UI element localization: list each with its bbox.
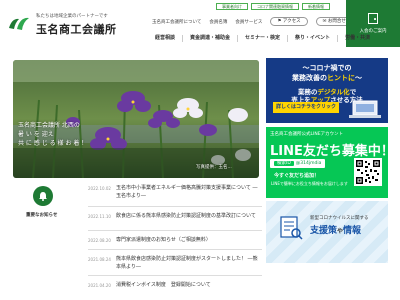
hero-photo-credit: 写真提供：玉名...	[196, 165, 232, 170]
news-title[interactable]: 専門家派遣制度のお知らせ（ご相談無料）	[116, 236, 262, 244]
location-pin-icon: ⚑	[277, 19, 282, 24]
nav-item-events[interactable]: 祭り・イベント	[287, 35, 337, 42]
banner-line-cta: 今すぐ友だち追加！	[274, 173, 320, 179]
news-title[interactable]: 熊本県飲食店感染防止対策認証制度がスタートしました！ ―熊本県より―	[116, 255, 262, 271]
nav-item-seminar[interactable]: セミナー・検定	[237, 35, 287, 42]
site-name[interactable]: 玉名商工会議所	[36, 21, 117, 37]
banner-line-id-key: 検索ID	[274, 161, 294, 166]
global-nav: 経営相談 資金調達・補助金 セミナー・検定 祭り・イベント 労働・共済	[148, 35, 377, 42]
nav-item-consulting[interactable]: 経営相談	[148, 35, 182, 42]
iris-garden-photo	[13, 60, 259, 178]
banner-line-id-value: @314jmdia	[295, 161, 322, 166]
banner-support-title: 支援策や情報	[310, 223, 361, 236]
news-item[interactable]: 2022.11.10 飲食店に係る熊本県感染防止対策認証制度の基準改訂について	[88, 207, 262, 231]
news-item[interactable]: 2021.08.24 熊本県飲食店感染防止対策認証制度がスタートしました！ ―熊…	[88, 250, 262, 276]
util-link-members[interactable]: 会員名簿	[209, 19, 227, 25]
hero-caption-line1: 玉名商工会議所 北西の	[18, 122, 80, 129]
banner-dx-line1: 〜コロナ禍での	[302, 64, 352, 72]
nav-item-funding[interactable]: 資金調達・補助金	[182, 35, 237, 42]
membership-entry-label: 入会のご案内	[359, 29, 387, 34]
important-news-icon	[33, 186, 53, 206]
important-news-list: 2022.10.02 玉名市中小事業者エネルギー価格高騰対策支援事業について ―…	[88, 183, 262, 290]
access-label: アクセス	[282, 19, 301, 24]
door-icon	[368, 13, 378, 24]
news-item[interactable]: 2022.08.20 専門家派遣制度のお知らせ（ご相談無料）	[88, 231, 262, 250]
bell-icon	[39, 192, 47, 201]
news-date: 2021.08.24	[88, 257, 111, 262]
banner-support-title-c: 情報	[343, 226, 362, 236]
news-item[interactable]: 2021.04.20 消費税インボイス制度 登録開始について	[88, 276, 262, 290]
news-title[interactable]: 玉名市中小事業者エネルギー価格高騰対策支援事業について ―玉名市より―	[116, 184, 262, 200]
utility-links: 玉名商工会議所について 会員名簿 会員サービス ⚑ アクセス ✉ お問合せ	[152, 17, 353, 26]
banner-line-title: LINE友だち募集中！	[270, 144, 388, 159]
banner-dx-line2: 業務改善のヒントに〜	[266, 73, 388, 83]
banner-digitalization[interactable]: 〜コロナ禍での 業務改善のヒントに〜 業務のデジタル化で 売上をアップさせる方法…	[266, 58, 388, 123]
news-date: 2022.10.02	[88, 186, 111, 191]
qr-code-pattern	[356, 160, 380, 184]
banner-line-friends[interactable]: 玉名商工会議所公式LINEアカウント LINE友だち募集中！ 検索ID @314j…	[266, 127, 388, 198]
news-item[interactable]: 2022.10.02 玉名市中小事業者エネルギー価格高騰対策支援事業について ―…	[88, 183, 262, 207]
util-link-services[interactable]: 会員サービス	[235, 19, 262, 25]
news-date: 2021.04.20	[88, 283, 111, 288]
banner-line-line1: 玉名商工会議所公式LINEアカウント	[270, 132, 344, 137]
hero-slider-image[interactable]	[13, 60, 259, 178]
document-search-icon	[280, 216, 303, 240]
contact-label: お問合せ	[327, 19, 346, 24]
hero-caption-line2: 暑 い を 迎え	[18, 131, 54, 138]
utility-top-links: 事業者向け コロナ関連融資情報 新着情報	[216, 3, 330, 10]
util-link-covid-loan[interactable]: コロナ関連融資情報	[251, 3, 299, 10]
banner-covid-support[interactable]: 新型コロナウイルスに関する 支援策や情報	[266, 201, 388, 263]
banner-dx-button[interactable]: 詳しくはコチラをクリック	[273, 102, 339, 113]
laptop-illustration-icon	[349, 100, 381, 118]
banner-dx-line2-c: 〜	[355, 74, 362, 82]
banner-dx-line2-b: ヒントに	[327, 74, 355, 82]
banner-line-id: 検索ID @314jmdia	[270, 159, 326, 168]
util-link-business[interactable]: 事業者向け	[216, 3, 248, 10]
qr-code-icon[interactable]	[354, 158, 382, 186]
logo-mark-icon[interactable]	[8, 14, 30, 32]
nav-item-labor[interactable]: 労働・共済	[337, 35, 377, 42]
banner-line-note: LINEで簡単にお役立ち情報をお届けします	[271, 181, 348, 186]
site-tagline: 私たちは地域企業のパートナーです	[36, 14, 108, 19]
news-date: 2022.08.20	[88, 238, 111, 243]
banner-support-line1: 新型コロナウイルスに関する	[310, 216, 369, 221]
banner-support-title-a: 支援策	[310, 226, 338, 236]
util-link-about[interactable]: 玉名商工会議所について	[152, 19, 201, 25]
util-link-news[interactable]: 新着情報	[302, 3, 330, 10]
mail-icon: ✉	[322, 19, 327, 24]
news-title[interactable]: 飲食店に係る熊本県感染防止対策認証制度の基準改訂について	[116, 212, 262, 220]
banner-dx-line2-a: 業務改善の	[292, 74, 327, 82]
access-button[interactable]: ⚑ アクセス	[270, 17, 308, 26]
hero-caption-line3: 共 に 感 じ る 様 お 着 ！	[18, 140, 88, 147]
hero-caption: 玉名商工会議所 北西の 暑 い を 迎え 共 に 感 じ る 様 お 着 ！	[18, 121, 108, 148]
news-date: 2022.11.10	[88, 214, 111, 219]
news-title[interactable]: 消費税インボイス制度 登録開始について	[116, 281, 262, 289]
important-news-heading: 重要なお知らせ	[26, 213, 58, 218]
